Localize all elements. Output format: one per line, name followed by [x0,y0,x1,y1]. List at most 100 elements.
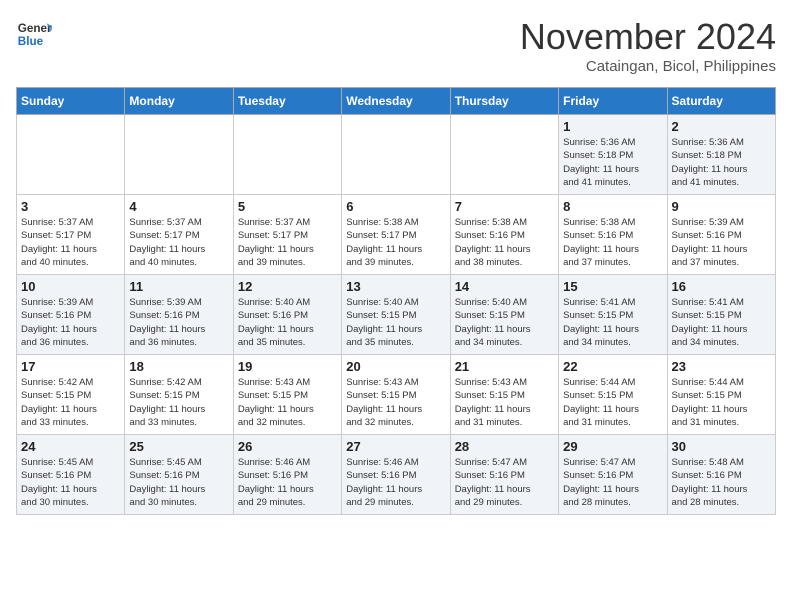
calendar-table: SundayMondayTuesdayWednesdayThursdayFrid… [16,87,776,515]
day-number: 23 [672,359,771,374]
logo: General Blue [16,16,52,52]
calendar-day-cell: 20 Sunrise: 5:43 AM Sunset: 5:15 PM Dayli… [342,355,450,435]
calendar-day-cell: 5Sunrise: 5:37 AM Sunset: 5:17 PM Daylig… [233,195,341,275]
day-number: 7 [455,199,554,214]
calendar-day-cell: 11 Sunrise: 5:39 AM Sunset: 5:16 PM Dayli… [125,275,233,355]
weekday-header-cell: Thursday [450,88,558,115]
calendar-day-cell [125,115,233,195]
day-info: Sunrise: 5:39 AM Sunset: 5:16 PM Dayligh… [129,296,228,349]
day-info: Sunrise: 5:44 AM Sunset: 5:15 PM Dayligh… [672,376,771,429]
day-info: Sunrise: 5:40 AM Sunset: 5:15 PM Dayligh… [455,296,554,349]
calendar-day-cell: 18 Sunrise: 5:42 AM Sunset: 5:15 PM Dayli… [125,355,233,435]
calendar-day-cell: 4 Sunrise: 5:37 AM Sunset: 5:17 PM Daylig… [125,195,233,275]
calendar-day-cell [342,115,450,195]
day-number: 30 [672,439,771,454]
calendar-day-cell: 3 Sunrise: 5:37 AM Sunset: 5:17 PM Daylig… [17,195,125,275]
calendar-day-cell: 15Sunrise: 5:41 AM Sunset: 5:15 PM Dayli… [559,275,667,355]
day-number: 27 [346,439,445,454]
day-info: Sunrise: 5:43 AM Sunset: 5:15 PM Dayligh… [455,376,554,429]
day-info: Sunrise: 5:43 AM Sunset: 5:15 PM Dayligh… [238,376,337,429]
logo-icon: General Blue [16,16,52,52]
day-info: Sunrise: 5:37 AM Sunset: 5:17 PM Dayligh… [238,216,337,269]
svg-text:Blue: Blue [18,35,44,48]
day-info: Sunrise: 5:40 AM Sunset: 5:16 PM Dayligh… [238,296,337,349]
weekday-header-cell: Tuesday [233,88,341,115]
day-number: 1 [563,119,662,134]
weekday-header-cell: Friday [559,88,667,115]
day-info: Sunrise: 5:37 AM Sunset: 5:17 PM Dayligh… [21,216,120,269]
day-info: Sunrise: 5:38 AM Sunset: 5:16 PM Dayligh… [563,216,662,269]
calendar-day-cell: 10 Sunrise: 5:39 AM Sunset: 5:16 PM Dayli… [17,275,125,355]
day-info: Sunrise: 5:46 AM Sunset: 5:16 PM Dayligh… [346,456,445,509]
day-number: 22 [563,359,662,374]
calendar-day-cell: 9Sunrise: 5:39 AM Sunset: 5:16 PM Daylig… [667,195,775,275]
day-info: Sunrise: 5:48 AM Sunset: 5:16 PM Dayligh… [672,456,771,509]
day-number: 10 [21,279,120,294]
calendar-day-cell: 16 Sunrise: 5:41 AM Sunset: 5:15 PM Dayli… [667,275,775,355]
calendar-day-cell: 1 Sunrise: 5:36 AM Sunset: 5:18 PM Daylig… [559,115,667,195]
calendar-day-cell: 24 Sunrise: 5:45 AM Sunset: 5:16 PM Dayli… [17,435,125,515]
day-info: Sunrise: 5:42 AM Sunset: 5:15 PM Dayligh… [129,376,228,429]
day-number: 4 [129,199,228,214]
calendar-day-cell: 30 Sunrise: 5:48 AM Sunset: 5:16 PM Dayli… [667,435,775,515]
day-number: 29 [563,439,662,454]
day-info: Sunrise: 5:36 AM Sunset: 5:18 PM Dayligh… [563,136,662,189]
day-info: Sunrise: 5:47 AM Sunset: 5:16 PM Dayligh… [563,456,662,509]
day-number: 11 [129,279,228,294]
calendar-body: 1 Sunrise: 5:36 AM Sunset: 5:18 PM Daylig… [17,115,776,515]
calendar-day-cell: 12Sunrise: 5:40 AM Sunset: 5:16 PM Dayli… [233,275,341,355]
calendar-day-cell: 13 Sunrise: 5:40 AM Sunset: 5:15 PM Dayli… [342,275,450,355]
calendar-week-row: 3 Sunrise: 5:37 AM Sunset: 5:17 PM Daylig… [17,195,776,275]
day-info: Sunrise: 5:45 AM Sunset: 5:16 PM Dayligh… [21,456,120,509]
svg-text:General: General [18,22,52,35]
day-number: 19 [238,359,337,374]
day-info: Sunrise: 5:37 AM Sunset: 5:17 PM Dayligh… [129,216,228,269]
day-info: Sunrise: 5:47 AM Sunset: 5:16 PM Dayligh… [455,456,554,509]
day-info: Sunrise: 5:41 AM Sunset: 5:15 PM Dayligh… [672,296,771,349]
day-info: Sunrise: 5:43 AM Sunset: 5:15 PM Dayligh… [346,376,445,429]
day-number: 16 [672,279,771,294]
calendar-week-row: 1 Sunrise: 5:36 AM Sunset: 5:18 PM Daylig… [17,115,776,195]
title-block: November 2024 Cataingan, Bicol, Philippi… [520,16,776,75]
day-info: Sunrise: 5:36 AM Sunset: 5:18 PM Dayligh… [672,136,771,189]
day-number: 25 [129,439,228,454]
page-header: General Blue November 2024 Cataingan, Bi… [16,16,776,75]
calendar-day-cell: 26 Sunrise: 5:46 AM Sunset: 5:16 PM Dayli… [233,435,341,515]
calendar-day-cell: 29 Sunrise: 5:47 AM Sunset: 5:16 PM Dayli… [559,435,667,515]
day-number: 8 [563,199,662,214]
calendar-day-cell [233,115,341,195]
calendar-week-row: 17 Sunrise: 5:42 AM Sunset: 5:15 PM Dayli… [17,355,776,435]
calendar-day-cell: 14 Sunrise: 5:40 AM Sunset: 5:15 PM Dayli… [450,275,558,355]
day-info: Sunrise: 5:40 AM Sunset: 5:15 PM Dayligh… [346,296,445,349]
day-number: 9 [672,199,771,214]
day-number: 15 [563,279,662,294]
weekday-header-cell: Wednesday [342,88,450,115]
calendar-day-cell: 23 Sunrise: 5:44 AM Sunset: 5:15 PM Dayli… [667,355,775,435]
day-info: Sunrise: 5:38 AM Sunset: 5:17 PM Dayligh… [346,216,445,269]
day-number: 20 [346,359,445,374]
calendar-day-cell: 19 Sunrise: 5:43 AM Sunset: 5:15 PM Dayli… [233,355,341,435]
calendar-week-row: 24 Sunrise: 5:45 AM Sunset: 5:16 PM Dayli… [17,435,776,515]
day-info: Sunrise: 5:42 AM Sunset: 5:15 PM Dayligh… [21,376,120,429]
day-number: 14 [455,279,554,294]
day-number: 17 [21,359,120,374]
calendar-day-cell: 6Sunrise: 5:38 AM Sunset: 5:17 PM Daylig… [342,195,450,275]
day-number: 3 [21,199,120,214]
weekday-header-row: SundayMondayTuesdayWednesdayThursdayFrid… [17,88,776,115]
calendar-day-cell: 2Sunrise: 5:36 AM Sunset: 5:18 PM Daylig… [667,115,775,195]
day-number: 18 [129,359,228,374]
calendar-day-cell: 28Sunrise: 5:47 AM Sunset: 5:16 PM Dayli… [450,435,558,515]
calendar-day-cell: 25Sunrise: 5:45 AM Sunset: 5:16 PM Dayli… [125,435,233,515]
calendar-day-cell: 7 Sunrise: 5:38 AM Sunset: 5:16 PM Daylig… [450,195,558,275]
calendar-day-cell: 27 Sunrise: 5:46 AM Sunset: 5:16 PM Dayli… [342,435,450,515]
weekday-header-cell: Sunday [17,88,125,115]
day-number: 24 [21,439,120,454]
calendar-week-row: 10 Sunrise: 5:39 AM Sunset: 5:16 PM Dayli… [17,275,776,355]
day-info: Sunrise: 5:38 AM Sunset: 5:16 PM Dayligh… [455,216,554,269]
day-info: Sunrise: 5:46 AM Sunset: 5:16 PM Dayligh… [238,456,337,509]
weekday-header-cell: Monday [125,88,233,115]
day-number: 26 [238,439,337,454]
day-number: 13 [346,279,445,294]
day-info: Sunrise: 5:39 AM Sunset: 5:16 PM Dayligh… [21,296,120,349]
calendar-day-cell: 17 Sunrise: 5:42 AM Sunset: 5:15 PM Dayli… [17,355,125,435]
